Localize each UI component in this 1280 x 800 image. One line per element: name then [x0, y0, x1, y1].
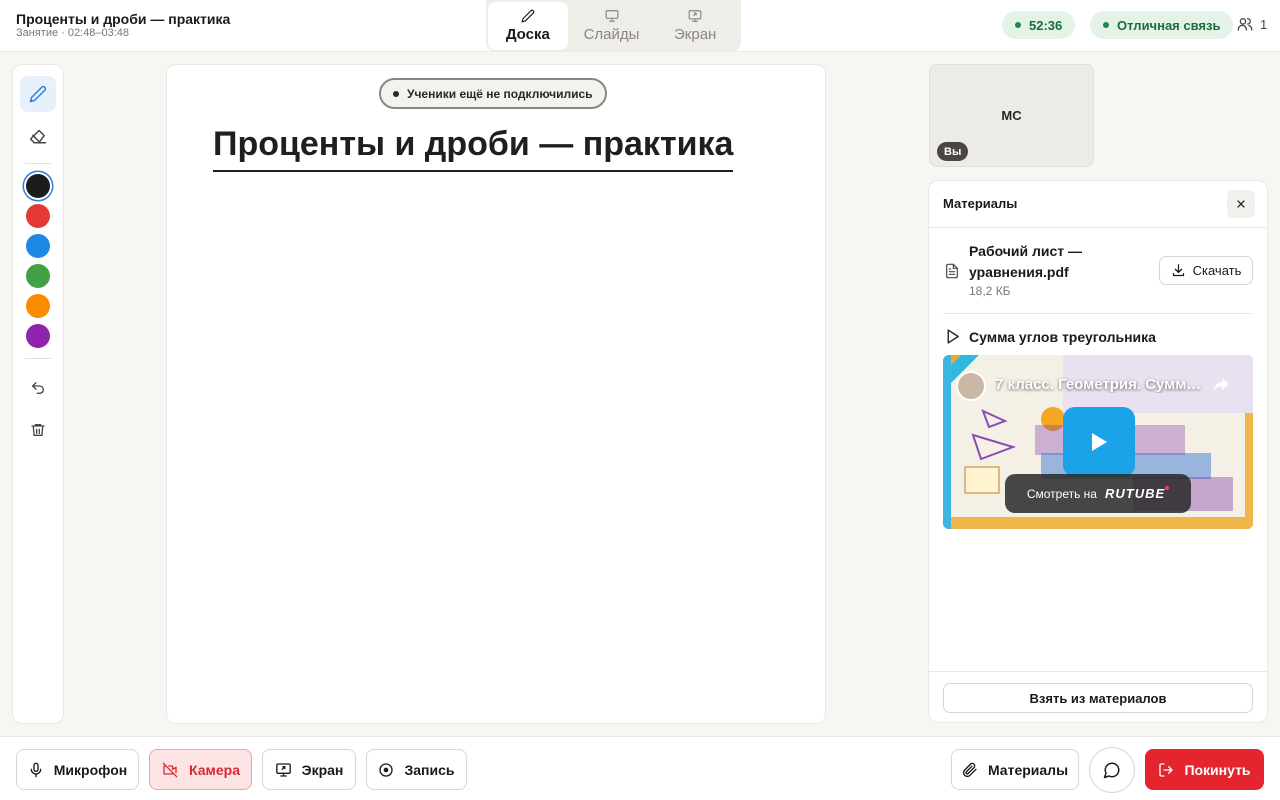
board-heading: Проценты и дроби — практика: [213, 125, 734, 172]
participants-count: 1: [1260, 16, 1268, 32]
play-icon: [1092, 433, 1107, 451]
close-button[interactable]: [1227, 190, 1255, 218]
color-swatch-orange[interactable]: [26, 294, 50, 318]
students-status-notice: Ученики ещё не подключились: [379, 78, 607, 109]
status-dot: [393, 90, 399, 97]
channel-avatar: [956, 371, 986, 401]
microphone-icon: [30, 762, 42, 777]
logout-icon: [1159, 762, 1174, 777]
divider: [25, 163, 51, 164]
document-icon: [946, 263, 958, 279]
file-size: 18,2 КБ: [969, 284, 1011, 298]
whiteboard-canvas[interactable]: Ученики ещё не подключились Проценты и д…: [166, 64, 826, 724]
tab-board-label: Доска: [505, 26, 550, 43]
mode-switcher: Доска Слайды Экран: [486, 0, 741, 51]
screen-share-icon: [275, 762, 291, 777]
tab-slides-label: Слайды: [583, 26, 640, 43]
pencil-tool[interactable]: [20, 76, 56, 112]
tab-screen[interactable]: Экран: [655, 2, 735, 50]
chat-icon: [1103, 762, 1120, 779]
close-icon: [1237, 200, 1245, 208]
divider: [25, 358, 51, 359]
connection-badge: Отличная связь: [1090, 11, 1234, 39]
pencil-icon: [521, 9, 535, 23]
microphone-label: Микрофон: [53, 761, 128, 778]
watch-label: Смотреть на: [1026, 486, 1097, 501]
screen-share-icon: [688, 10, 702, 22]
camera-button[interactable]: Камера: [149, 749, 252, 790]
download-button[interactable]: Скачать: [1159, 256, 1253, 285]
camera-off-icon: [162, 762, 178, 777]
lesson-time: Занятие · 02:48–03:48: [16, 27, 130, 39]
brand-dot: [1165, 486, 1170, 490]
status-dot: [1103, 22, 1109, 28]
play-outline-icon: [947, 329, 959, 344]
tab-slides[interactable]: Слайды: [572, 2, 652, 50]
clear-board-button[interactable]: [20, 412, 56, 448]
record-button[interactable]: Запись: [366, 749, 467, 790]
presentation-icon: [605, 10, 618, 22]
rutube-brand-text: RUTUBE: [1104, 486, 1166, 501]
divider: [943, 313, 1253, 314]
you-badge: Вы: [937, 142, 969, 161]
participants-button[interactable]: 1: [1237, 16, 1267, 32]
record-icon: [379, 762, 394, 777]
chat-button[interactable]: [1089, 747, 1135, 793]
paperclip-icon: [962, 762, 977, 777]
leave-button[interactable]: Покинуть: [1145, 749, 1264, 790]
color-swatch-red[interactable]: [26, 204, 50, 228]
pencil-icon: [29, 85, 47, 103]
download-label: Скачать: [1192, 263, 1242, 278]
eraser-tool[interactable]: [20, 118, 56, 154]
download-icon: [1172, 264, 1184, 277]
leave-label: Покинуть: [1184, 761, 1251, 778]
share-icon[interactable]: [1211, 375, 1231, 393]
color-swatch-green[interactable]: [26, 264, 50, 288]
undo-icon: [31, 382, 44, 394]
record-label: Запись: [404, 761, 455, 778]
tab-screen-label: Экран: [674, 26, 717, 43]
top-bar: Проценты и дроби — практика Занятие · 02…: [0, 0, 1280, 52]
rutube-logo: RUTUBE: [1104, 486, 1170, 501]
microphone-button[interactable]: Микрофон: [16, 749, 139, 790]
screen-share-button[interactable]: Экран: [262, 749, 356, 790]
materials-panel: Материалы Рабочий лист — уравнения.pdf 1…: [928, 180, 1268, 723]
status-dot: [1015, 22, 1021, 28]
video-caption: 7 класс. Геометрия. Сумма углов треуголь…: [995, 376, 1205, 393]
take-from-materials-button[interactable]: Взять из материалов: [943, 683, 1253, 713]
bottom-control-bar: Микрофон Камера Экран Запись Материалы П…: [0, 736, 1280, 800]
students-status-text: Ученики ещё не подключились: [407, 86, 593, 101]
divider: [929, 671, 1267, 672]
lesson-title: Проценты и дроби — практика: [16, 11, 231, 27]
video-player[interactable]: 7 класс. Геометрия. Сумма углов треуголь…: [943, 355, 1253, 529]
materials-label: Материалы: [987, 761, 1069, 778]
file-name: Рабочий лист — уравнения.pdf: [969, 243, 1083, 280]
undo-button[interactable]: [20, 370, 56, 406]
video-title: Сумма углов треугольника: [969, 329, 1156, 345]
users-icon: [1237, 18, 1253, 31]
self-video-tile: МС Вы: [929, 64, 1094, 167]
screen-share-label: Экран: [301, 761, 344, 778]
color-swatch-black[interactable]: [26, 174, 50, 198]
eraser-icon: [30, 130, 47, 144]
avatar: МС: [1001, 108, 1022, 123]
camera-label: Камера: [189, 761, 240, 778]
divider: [929, 227, 1267, 228]
drawing-toolbar: [12, 64, 64, 724]
panel-title: Материалы: [943, 196, 1018, 211]
timer-value: 52:36: [1029, 17, 1063, 33]
color-swatch-purple[interactable]: [26, 324, 50, 348]
color-swatch-blue[interactable]: [26, 234, 50, 258]
connection-status: Отличная связь: [1117, 17, 1221, 33]
timer-badge: 52:36: [1002, 11, 1076, 39]
materials-button[interactable]: Материалы: [951, 749, 1079, 790]
watch-on-rutube-button[interactable]: Смотреть на RUTUBE: [1005, 474, 1191, 513]
tab-board[interactable]: Доска: [488, 2, 568, 50]
play-button[interactable]: [1063, 407, 1135, 477]
trash-icon: [31, 424, 45, 436]
